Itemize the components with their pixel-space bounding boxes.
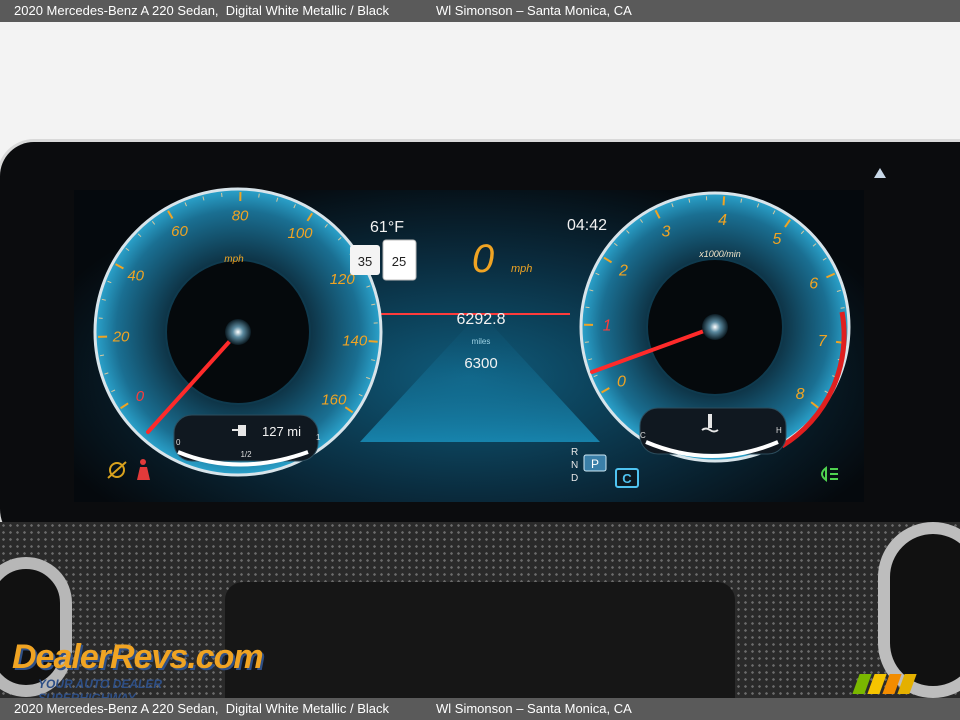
tachometer-tick-label: 6: [809, 276, 818, 293]
gear-n: N: [571, 460, 578, 471]
caption-title: 2020 Mercedes-Benz A 220 Sedan, Digital …: [14, 3, 390, 18]
brand-stripes-icon: [852, 674, 937, 694]
tachometer: 0 1 2 3 4 5 6 7 8 x1000/min C H: [579, 191, 851, 463]
gear-indicator: R N D P C: [571, 447, 639, 488]
speedometer: 020406080100120140160 mph 0 1 1/2 127 mi: [93, 187, 383, 477]
digital-speed: 0: [472, 237, 494, 281]
coolant-cold-label: C: [640, 431, 646, 440]
eco-start-stop-icon: [107, 461, 127, 479]
trip-unit: miles: [472, 337, 491, 346]
caption-bar-top: 2020 Mercedes-Benz A 220 Sedan, Digital …: [0, 0, 960, 22]
speedometer-tick: [99, 354, 105, 357]
gear-d: D: [571, 473, 578, 484]
caption-dealer-bottom: Wl Simonson – Santa Monica, CA: [436, 701, 632, 716]
gear-selected: P: [591, 457, 599, 471]
speedometer-unit-label: mph: [224, 254, 244, 265]
speedometer-tick-label: 140: [342, 332, 368, 349]
dealerrevs-logo: DealerRevs.com YOUR AUTO DEALER SUPERHIG…: [12, 620, 264, 705]
speedometer-tick-label: 40: [127, 268, 144, 285]
tachometer-unit-label: x1000/min: [698, 249, 741, 259]
ambient-light-sensor-icon: [874, 168, 886, 178]
range-value: 127 mi: [262, 424, 301, 439]
speedometer-tick-label: 60: [171, 223, 188, 240]
outside-temperature: 61°F: [370, 219, 404, 236]
speed-limit-b: 25: [392, 254, 406, 269]
gear-r: R: [571, 447, 578, 458]
tachometer-tick-label: 2: [618, 262, 628, 279]
dashboard-photo: 0 20 40 60 80 100 120 140 160 mph 0 1 1/2 127 mi…: [0, 22, 960, 698]
road-graphic: [360, 312, 600, 442]
fuel-empty-label: 0: [176, 438, 181, 447]
clock: 04:42: [567, 217, 607, 234]
tachometer-tick-label: 5: [772, 231, 781, 248]
speedometer-tick: [368, 340, 378, 343]
fuel-half-label: 1/2: [240, 450, 252, 459]
speedometer-tick-label: 20: [112, 328, 130, 345]
tachometer-tick: [585, 306, 590, 309]
caption-dealer: Wl Simonson – Santa Monica, CA: [436, 3, 632, 18]
dash-recess: [225, 582, 735, 698]
speed-limit-a: 35: [358, 254, 372, 269]
tachometer-tick-label: 4: [718, 212, 727, 229]
digital-speed-unit: mph: [511, 263, 532, 275]
speedometer-tick-label: 0: [136, 388, 145, 405]
tachometer-tick-label: 8: [796, 386, 805, 403]
tachometer-tick-label: 7: [818, 333, 828, 350]
caption-bar-bottom: 2020 Mercedes-Benz A 220 Sedan, Digital …: [0, 698, 960, 720]
seatbelt-warning-icon: [137, 459, 150, 480]
tachometer-tick: [722, 196, 726, 206]
headlight-icon: [821, 465, 838, 483]
speedometer-hub: [225, 319, 251, 345]
coolant-hot-label: H: [776, 426, 782, 435]
speedometer-tick-label: 100: [287, 225, 313, 242]
odometer: 6300: [464, 355, 497, 372]
tachometer-tick-label: 1: [603, 318, 612, 335]
caption-title-bottom: 2020 Mercedes-Benz A 220 Sedan, Digital …: [14, 701, 390, 716]
speedometer-tick: [258, 193, 260, 198]
tachometer-hub: [702, 314, 728, 340]
tachometer-tick-label: 0: [617, 374, 626, 391]
drive-mode: C: [622, 471, 632, 486]
tachometer-tick-label: 3: [662, 223, 671, 240]
speedometer-tick-label: 160: [321, 391, 347, 408]
tachometer-tick: [840, 307, 845, 309]
speedometer-tick-label: 80: [232, 207, 249, 224]
trip-distance: 6292.8: [457, 311, 506, 328]
dealerrevs-wordmark: DealerRevs.com: [12, 638, 264, 676]
fuel-full-label: 1: [316, 433, 321, 442]
right-air-vent: [878, 522, 960, 698]
